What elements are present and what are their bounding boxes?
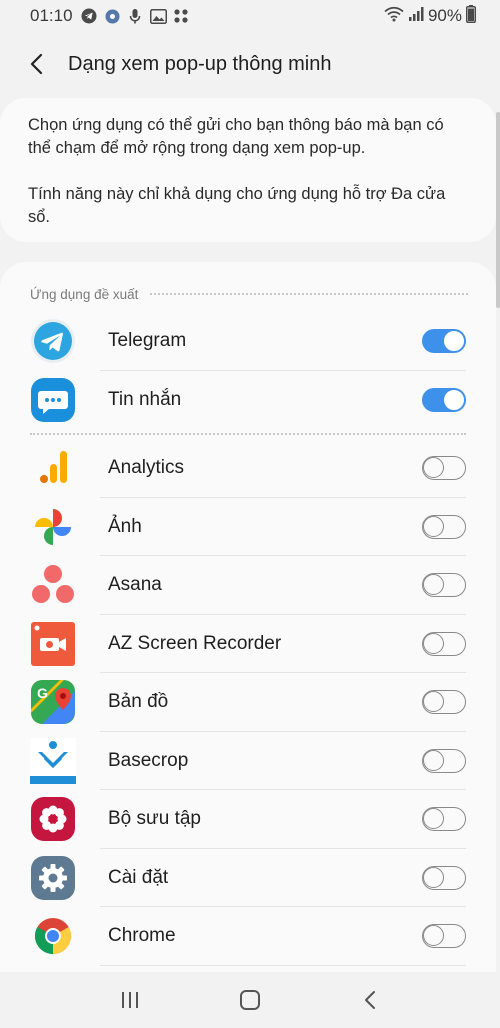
scrollbar[interactable] xyxy=(496,112,500,308)
svg-text:G: G xyxy=(37,685,48,701)
app-name: Chrome xyxy=(108,925,176,947)
photos-icon xyxy=(30,504,76,550)
battery-icon xyxy=(466,4,476,28)
app-name: Telegram xyxy=(108,330,187,352)
recent-apps-icon xyxy=(122,992,138,1008)
page-title: Dạng xem pop-up thông minh xyxy=(68,52,332,75)
status-right: 90% xyxy=(384,4,476,28)
toggle-knob xyxy=(423,515,444,537)
gear-icon xyxy=(30,855,76,901)
toggle-knob xyxy=(443,388,465,411)
toggle-switch[interactable] xyxy=(422,514,466,539)
app-name: Bộ sưu tập xyxy=(108,808,201,830)
notification-icons xyxy=(81,8,190,25)
app-name: Cài đặt xyxy=(108,866,169,888)
image-notif-icon xyxy=(149,8,167,25)
app-name: Basecrop xyxy=(108,749,189,771)
toggle-knob xyxy=(423,457,444,479)
battery-percent: 90% xyxy=(427,6,462,25)
app-row-telegram[interactable]: Telegram xyxy=(0,312,496,371)
toggle-knob xyxy=(423,574,444,596)
mic-notif-icon xyxy=(127,8,144,25)
dots-notif-icon xyxy=(173,8,190,25)
app-row-messages[interactable]: Tin nhắn xyxy=(0,371,496,430)
toggle-switch[interactable] xyxy=(422,387,466,412)
description-text-1: Chọn ứng dụng có thể gửi cho bạn thông b… xyxy=(28,116,444,157)
app-row-settings[interactable]: Cài đặt xyxy=(0,849,496,907)
app-row-photos[interactable]: Ảnh xyxy=(0,498,496,556)
telegram-icon xyxy=(30,318,76,364)
wifi-icon xyxy=(384,6,404,27)
section-header: Ứng dụng đề xuất xyxy=(0,262,496,312)
toggle-knob xyxy=(423,866,444,888)
video-camera-icon xyxy=(30,621,76,667)
chevron-left-icon xyxy=(30,53,43,75)
app-list-card: Ứng dụng đề xuất Telegram Tin nhắn Analy… xyxy=(0,262,496,972)
settings-notif-icon xyxy=(104,8,121,25)
app-name: Bản đồ xyxy=(108,691,169,713)
description-card: Chọn ứng dụng có thể gửi cho bạn thông b… xyxy=(0,98,496,242)
signal-icon xyxy=(408,6,424,27)
navigation-bar xyxy=(0,972,500,1028)
toggle-switch[interactable] xyxy=(422,807,466,832)
app-name: Asana xyxy=(108,574,162,596)
section-divider xyxy=(150,293,468,295)
toggle-switch[interactable] xyxy=(422,865,466,890)
back-arrow-icon xyxy=(365,991,375,1009)
analytics-icon xyxy=(30,445,76,491)
toggle-knob xyxy=(443,330,465,353)
gallery-flower-icon xyxy=(30,796,76,842)
status-time: 01:10 xyxy=(30,6,73,25)
home-button[interactable] xyxy=(226,980,274,1020)
recent-apps-button[interactable] xyxy=(106,980,154,1020)
toggle-switch[interactable] xyxy=(422,924,466,949)
toggle-switch[interactable] xyxy=(422,329,466,354)
status-bar: 01:10 90% xyxy=(0,0,500,32)
section-title: Ứng dụng đề xuất xyxy=(30,286,139,302)
app-name: Analytics xyxy=(108,457,185,479)
app-row-analytics[interactable]: Analytics xyxy=(0,439,496,498)
nav-back-button[interactable] xyxy=(346,980,394,1020)
app-row-basecrop[interactable]: Basecrop xyxy=(0,732,496,790)
toggle-knob xyxy=(423,925,444,947)
home-icon xyxy=(240,990,260,1010)
toggle-switch[interactable] xyxy=(422,748,466,773)
basecrop-icon xyxy=(30,737,76,784)
asana-icon xyxy=(30,562,76,608)
app-name: AZ Screen Recorder xyxy=(108,632,282,654)
back-button[interactable] xyxy=(14,42,58,86)
app-row-gallery[interactable]: Bộ sưu tập xyxy=(0,790,496,849)
app-row-chrome[interactable]: Chrome xyxy=(0,907,496,966)
app-name: Ảnh xyxy=(108,515,142,537)
toggle-switch[interactable] xyxy=(422,573,466,598)
toggle-knob xyxy=(423,749,444,771)
app-name: Tin nhắn xyxy=(108,388,182,410)
toggle-knob xyxy=(423,808,444,830)
app-row-asana[interactable]: Asana xyxy=(0,556,496,615)
maps-icon: G xyxy=(30,679,76,725)
telegram-notif-icon xyxy=(81,8,98,25)
app-row-maps[interactable]: G Bản đồ xyxy=(0,673,496,732)
toggle-switch[interactable] xyxy=(422,690,466,715)
toggle-switch[interactable] xyxy=(422,456,466,481)
chrome-icon xyxy=(30,913,76,959)
messages-icon xyxy=(30,377,76,423)
header: Dạng xem pop-up thông minh xyxy=(0,32,500,96)
app-row-az-screen-recorder[interactable]: AZ Screen Recorder xyxy=(0,615,496,673)
toggle-knob xyxy=(423,632,444,654)
description-text-2: Tính năng này chỉ khả dụng cho ứng dụng … xyxy=(28,185,446,226)
toggle-switch[interactable] xyxy=(422,631,466,656)
group-separator xyxy=(0,429,496,439)
toggle-knob xyxy=(423,691,444,713)
